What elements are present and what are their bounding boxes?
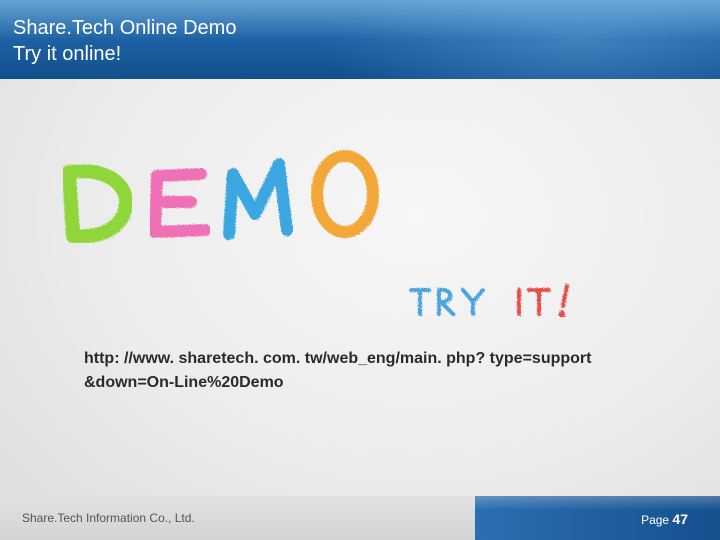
footer: Share.Tech Information Co., Ltd. Page 47 <box>0 496 720 540</box>
letter-m-shape <box>223 158 293 240</box>
try-word-shape <box>409 287 485 316</box>
letter-d-shape <box>62 164 134 244</box>
page-indicator: Page 47 <box>641 511 688 527</box>
slide-title: Share.Tech Online Demo <box>13 17 237 39</box>
header-sheen <box>320 0 720 79</box>
demo-artwork <box>62 150 569 318</box>
letter-o-shape <box>311 150 379 238</box>
demo-url-line-2[interactable]: &down=On-Line%20Demo <box>84 371 644 395</box>
slide: Share.Tech Online Demo Try it online! ht… <box>0 0 720 540</box>
slide-subtitle: Try it online! <box>13 43 122 65</box>
demo-url-line-1[interactable]: http: //www. sharetech. com. tw/web_eng/… <box>84 347 644 371</box>
demo-url[interactable]: http: //www. sharetech. com. tw/web_eng/… <box>84 347 644 395</box>
header-banner: Share.Tech Online Demo Try it online! <box>0 0 720 79</box>
letter-e-shape <box>149 168 211 238</box>
footer-shine <box>475 496 720 510</box>
page-label: Page <box>641 513 673 527</box>
company-name: Share.Tech Information Co., Ltd. <box>22 511 195 525</box>
it-word-shape <box>517 284 569 318</box>
page-number: 47 <box>672 511 688 527</box>
